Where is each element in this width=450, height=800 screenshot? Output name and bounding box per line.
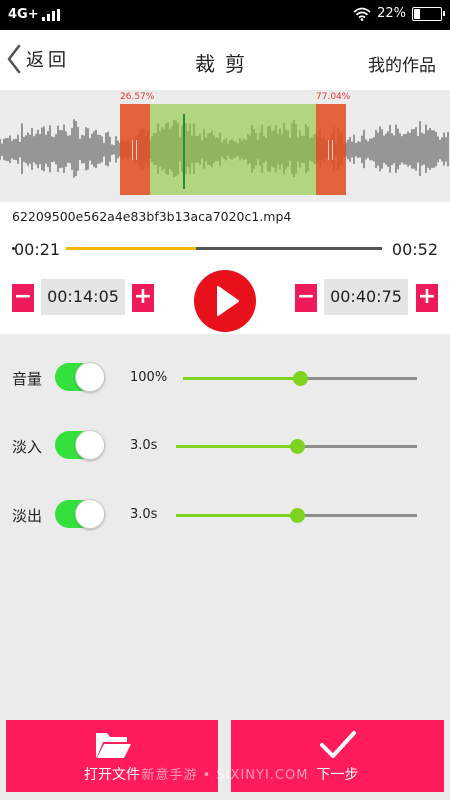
battery-percent: 22% (377, 6, 406, 21)
timeline: 00:21 00:52 (0, 232, 450, 270)
start-time-display: 00:14:05 (41, 279, 125, 315)
current-time: 00:21 (14, 240, 61, 259)
playhead[interactable] (183, 114, 186, 189)
fade-out-label: 淡出 (12, 507, 43, 525)
toggle-knob (75, 362, 105, 392)
selection-region[interactable] (150, 104, 316, 195)
slider-thumb[interactable] (289, 439, 305, 454)
fade-in-value: 3.0s (130, 438, 158, 453)
fade-out-row: 淡出 3.0s (0, 495, 450, 535)
end-handle[interactable] (316, 104, 346, 195)
slider-fill (176, 514, 297, 517)
status-bar: 4G+ 22% (0, 0, 450, 30)
fade-in-label: 淡入 (12, 438, 43, 456)
open-file-label: 打开文件 (84, 767, 140, 783)
battery-icon (412, 6, 445, 21)
progress-fill (66, 247, 196, 250)
title-bar: 返回 裁剪 我的作品 (0, 30, 450, 90)
network-type: 4G+ (8, 7, 39, 22)
start-minus-button[interactable]: − (12, 284, 34, 312)
network-indicator: 4G+ (8, 7, 60, 22)
folder-open-icon (96, 733, 131, 758)
next-step-button[interactable]: 下一步 (231, 720, 444, 792)
my-works-button[interactable]: 我的作品 (368, 51, 436, 76)
wifi-icon (353, 7, 371, 21)
audio-settings: 音量 100% 淡入 3.0s 淡出 3.0s (0, 334, 450, 720)
fade-out-value: 3.0s (130, 507, 158, 522)
volume-row: 音量 100% (0, 358, 450, 398)
slider-fill (176, 445, 297, 448)
slider-fill (183, 377, 300, 380)
end-plus-button[interactable]: + (416, 284, 438, 312)
status-right: 22% (353, 6, 445, 21)
signal-icon (41, 8, 60, 21)
total-time: 00:52 (391, 240, 438, 259)
fade-in-toggle[interactable] (55, 430, 105, 460)
slider-thumb[interactable] (293, 371, 308, 386)
open-file-button[interactable]: 打开文件 (6, 720, 218, 792)
volume-toggle[interactable] (55, 362, 105, 392)
waveform-editor[interactable]: 26.57% 77.04% (0, 90, 450, 202)
play-icon (217, 286, 239, 316)
file-name: 62209500e562a4e83bf3b13aca7020c1.mp4 (12, 209, 292, 224)
battery-fill (414, 8, 420, 19)
toggle-knob (75, 499, 105, 529)
end-time-display: 00:40:75 (324, 279, 408, 315)
fade-in-slider[interactable] (176, 439, 417, 454)
fade-out-slider[interactable] (176, 508, 417, 523)
start-percent-label: 26.57% (120, 92, 155, 102)
end-percent-label: 77.04% (316, 92, 351, 102)
volume-label: 音量 (12, 370, 43, 388)
toggle-knob (75, 430, 105, 460)
start-plus-button[interactable]: + (132, 284, 154, 312)
end-minus-button[interactable]: − (295, 284, 317, 312)
start-handle[interactable] (120, 104, 150, 195)
progress-bar[interactable] (66, 247, 382, 250)
volume-value: 100% (130, 370, 168, 385)
play-button[interactable] (194, 270, 256, 332)
volume-slider[interactable] (183, 371, 417, 386)
fade-in-row: 淡入 3.0s (0, 426, 450, 466)
fade-out-toggle[interactable] (55, 499, 105, 529)
file-row: 62209500e562a4e83bf3b13aca7020c1.mp4 (0, 202, 450, 232)
slider-thumb[interactable] (289, 508, 305, 523)
trim-controls: − 00:14:05 + − 00:40:75 + (0, 270, 450, 334)
next-step-label: 下一步 (316, 767, 359, 783)
checkmark-icon (320, 731, 356, 758)
